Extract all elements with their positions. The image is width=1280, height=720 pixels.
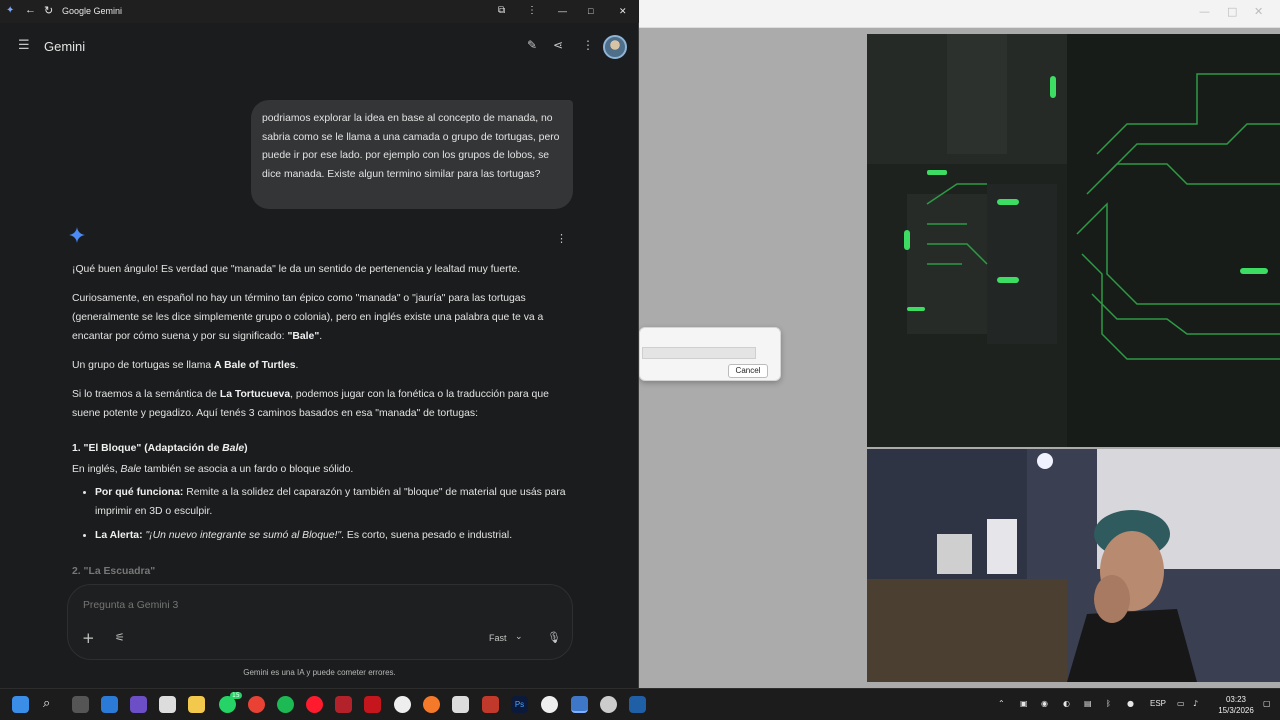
gemini-header: ☰ Gemini ✎ ⋖ ⋮ [0, 23, 639, 69]
app-icon-active[interactable] [571, 696, 588, 713]
prompt-box: + ⚟ Fast ⌄ 🎙 [67, 584, 573, 660]
gemini-window: ✦ ← ↻ Google Gemini ⧉ ⋮ — □ ✕ ☰ Gemini ✎… [0, 0, 639, 688]
progress-dialog: Cancel [639, 327, 781, 381]
chrome-icon[interactable] [248, 696, 265, 713]
new-chat-icon[interactable]: ✎ [527, 38, 537, 52]
tray-icon[interactable]: ▤ [1084, 699, 1092, 708]
gemini-favicon-icon: ✦ [6, 5, 15, 16]
list-item: Por qué funciona: Remite a la solidez de… [95, 483, 572, 521]
menu-kebab-icon[interactable]: ⋮ [527, 5, 537, 16]
chevron-down-icon[interactable]: ⌄ [515, 632, 523, 642]
user-message-bubble: podriamos explorar la idea en base al co… [251, 100, 573, 209]
chatgpt-icon[interactable] [541, 696, 558, 713]
response-paragraph: Curiosamente, en español no hay un térmi… [72, 293, 544, 342]
response-options-icon[interactable]: ⋮ [556, 232, 567, 245]
bluetooth-icon[interactable]: ᛒ [1106, 699, 1111, 708]
tray-icon[interactable]: ◐ [1063, 699, 1070, 708]
notes-app-icon[interactable] [159, 696, 176, 713]
app-icon[interactable] [600, 696, 617, 713]
network-icon[interactable]: ▭ [1177, 699, 1185, 708]
gemini-spark-icon [69, 227, 85, 243]
reload-icon[interactable]: ↻ [44, 4, 53, 17]
close-icon[interactable]: ✕ [619, 6, 627, 17]
notification-badge: 15 [230, 692, 242, 699]
options-kebab-icon[interactable]: ⋮ [582, 38, 594, 52]
language-indicator[interactable]: ESP [1150, 699, 1166, 708]
app-icon[interactable] [452, 696, 469, 713]
section-heading: 1. "El Bloque" (Adaptación de Bale) [72, 443, 248, 454]
response-paragraph: Un grupo de tortugas se llama A Bale of … [72, 360, 299, 371]
opera-icon[interactable] [306, 696, 323, 713]
tray-icon[interactable]: ◉ [1041, 699, 1048, 708]
bullet-list: Por qué funciona: Remite a la solidez de… [95, 483, 572, 545]
mode-selector[interactable]: Fast [489, 633, 507, 643]
close-icon[interactable]: ✕ [1254, 5, 1263, 18]
app-title: Gemini [44, 39, 86, 54]
maximize-icon[interactable]: □ [588, 6, 593, 16]
webcam-feed [867, 449, 1280, 682]
prompt-input[interactable] [83, 600, 383, 611]
window-title: Google Gemini [62, 6, 123, 16]
minimize-icon[interactable]: — [558, 6, 567, 16]
app-icon[interactable] [482, 696, 499, 713]
microphone-icon[interactable]: 🎙 [547, 631, 561, 644]
share-icon[interactable]: ⋖ [553, 38, 563, 52]
task-view-icon[interactable] [72, 696, 89, 713]
response-paragraph: ¡Qué buen ángulo! Es verdad que "manada"… [72, 264, 521, 275]
clock-time: 03:23 [1225, 695, 1247, 704]
clock[interactable]: 03:23 15/3/2026 [1213, 694, 1259, 716]
app-icon[interactable] [335, 696, 352, 713]
list-item: La Alerta: "¡Un nuevo integrante se sumó… [95, 526, 572, 545]
tray-icon[interactable]: ▣ [1020, 699, 1028, 708]
app-icon[interactable] [394, 696, 411, 713]
windows-start-icon[interactable] [12, 696, 29, 713]
cancel-button[interactable]: Cancel [728, 364, 768, 378]
background-window-titlebar: — □ ✕ [639, 0, 1280, 28]
app-icon[interactable] [629, 696, 646, 713]
app-icon[interactable] [364, 696, 381, 713]
clock-date: 15/3/2026 [1218, 706, 1254, 715]
tools-icon[interactable]: ⚟ [115, 631, 125, 644]
browser-titlebar: ✦ ← ↻ Google Gemini ⧉ ⋮ — □ ✕ [0, 0, 639, 23]
taskbar: ⌕ 15 Ps ⌃ ▣ ◉ ◐ ▤ ᛒ ● ESP ▭ ♪ 03:23 15/3… [0, 688, 1280, 720]
search-icon[interactable]: ⌕ [43, 695, 60, 712]
video-circuit-feed [867, 34, 1280, 447]
microphone-icon[interactable]: ● [1127, 699, 1134, 708]
response-paragraph: Si lo traemos a la semántica de La Tortu… [72, 389, 549, 419]
blender-icon[interactable] [423, 696, 440, 713]
minimize-icon[interactable]: — [1199, 5, 1210, 18]
avatar[interactable] [603, 35, 627, 59]
disclaimer: Gemini es una IA y puede cometer errores… [243, 668, 396, 677]
volume-icon[interactable]: ♪ [1193, 699, 1198, 708]
file-explorer-icon[interactable] [188, 696, 205, 713]
photoshop-icon[interactable]: Ps [511, 696, 528, 713]
widgets-icon[interactable] [101, 696, 118, 713]
hamburger-menu-icon[interactable]: ☰ [18, 38, 30, 53]
back-icon[interactable]: ← [25, 4, 36, 16]
response-body: ¡Qué buen ángulo! Es verdad que "manada"… [72, 260, 572, 550]
maximize-icon[interactable]: □ [1227, 5, 1237, 18]
section-intro: En inglés, Bale también se asocia a un f… [72, 464, 354, 475]
spotify-icon[interactable] [277, 696, 294, 713]
section-heading-faded: 2. "La Escuadra" [72, 566, 156, 577]
extensions-icon[interactable]: ⧉ [498, 5, 505, 16]
app-icon[interactable] [130, 696, 147, 713]
notifications-icon[interactable]: ▢ [1263, 699, 1271, 708]
add-icon[interactable]: + [82, 629, 95, 647]
progress-bar [642, 347, 756, 359]
chevron-up-icon[interactable]: ⌃ [998, 699, 1005, 708]
